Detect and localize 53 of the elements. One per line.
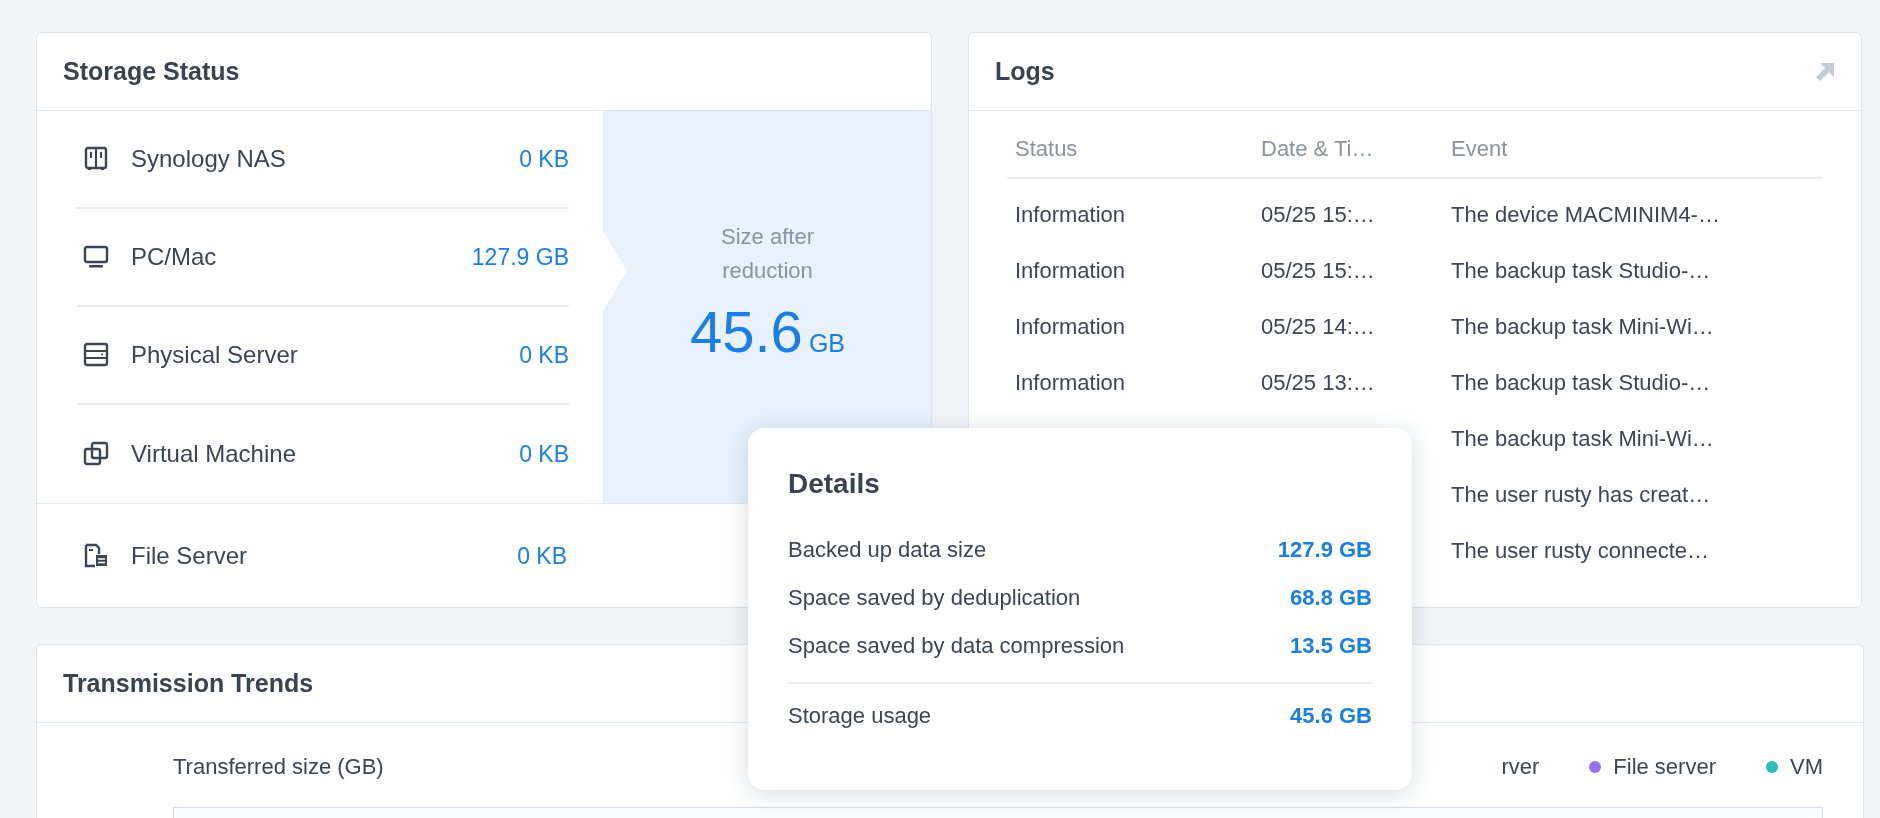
reduction-label: Size after reduction [720, 222, 815, 285]
legend-label: File server [1613, 754, 1716, 780]
table-cell-text: 05/25 13:… [1260, 369, 1376, 397]
detail-value: 13.5 GB [1290, 633, 1372, 659]
source-name: Synology NAS [131, 145, 287, 173]
detail-value: 127.9 GB [1277, 537, 1372, 563]
file-server-icon [83, 543, 109, 569]
source-size: 0 KB [519, 341, 569, 369]
table-cell-text: The backup task Studio-… [1450, 257, 1712, 285]
column-header[interactable]: Date & Ti… [1253, 121, 1443, 179]
legend-label: rver [1501, 754, 1540, 780]
table-cell-text: 05/25 15:… [1260, 257, 1376, 285]
source-name: File Server [131, 542, 249, 570]
detail-label: Storage usage [788, 703, 932, 729]
detail-label: Backed up data size [788, 537, 987, 563]
card-title: Storage Status [63, 57, 240, 86]
table-cell-text: The backup task Mini-Wi… [1450, 425, 1715, 453]
table-cell-text: 05/25 14:… [1260, 313, 1376, 341]
monitor-icon [83, 244, 109, 270]
detail-label: Space saved by data compression [788, 633, 1125, 659]
reduced-size-unit: GB [808, 328, 845, 358]
source-name: PC/Mac [131, 243, 218, 271]
stacked-squares-icon [83, 441, 109, 467]
popover-title: Details [788, 468, 881, 500]
nas-icon [83, 146, 109, 172]
axis-label: Transferred size (GB) [173, 754, 385, 780]
reduced-size-value: 45.6 [690, 297, 803, 365]
card-title: Logs [995, 57, 1055, 86]
source-size: 0 KB [517, 542, 567, 570]
source-name: Virtual Machine [131, 440, 297, 468]
column-header[interactable]: Status [1007, 121, 1253, 179]
table-cell-text: The user rusty connecte… [1450, 537, 1710, 565]
detail-value: 68.8 GB [1290, 585, 1372, 611]
table-cell-text: Information [1014, 369, 1127, 397]
table-cell-text: Information [1014, 313, 1127, 341]
table-cell-text: Information [1014, 257, 1127, 285]
source-name: Physical Server [131, 341, 299, 369]
source-size: 0 KB [519, 440, 569, 468]
expand-icon[interactable] [1815, 61, 1835, 82]
table-cell-text: 05/25 15:… [1260, 201, 1376, 229]
table-cell-text: The backup task Studio-… [1450, 369, 1712, 397]
detail-label: Space saved by deduplication [788, 585, 1081, 611]
detail-value: 45.6 GB [1290, 703, 1372, 729]
column-header[interactable]: Event [1443, 121, 1823, 179]
server-icon [83, 342, 109, 368]
table-cell-text: The user rusty has creat… [1450, 481, 1712, 509]
table-cell-text: Information [1014, 201, 1127, 229]
source-size: 127.9 GB [471, 243, 569, 271]
card-title: Transmission Trends [63, 669, 314, 698]
table-cell-text: The backup task Mini-Wi… [1450, 313, 1715, 341]
legend-label: VM [1790, 754, 1823, 780]
source-size: 0 KB [519, 145, 569, 173]
table-cell-text: The device MACMINIM4-… [1450, 201, 1721, 229]
